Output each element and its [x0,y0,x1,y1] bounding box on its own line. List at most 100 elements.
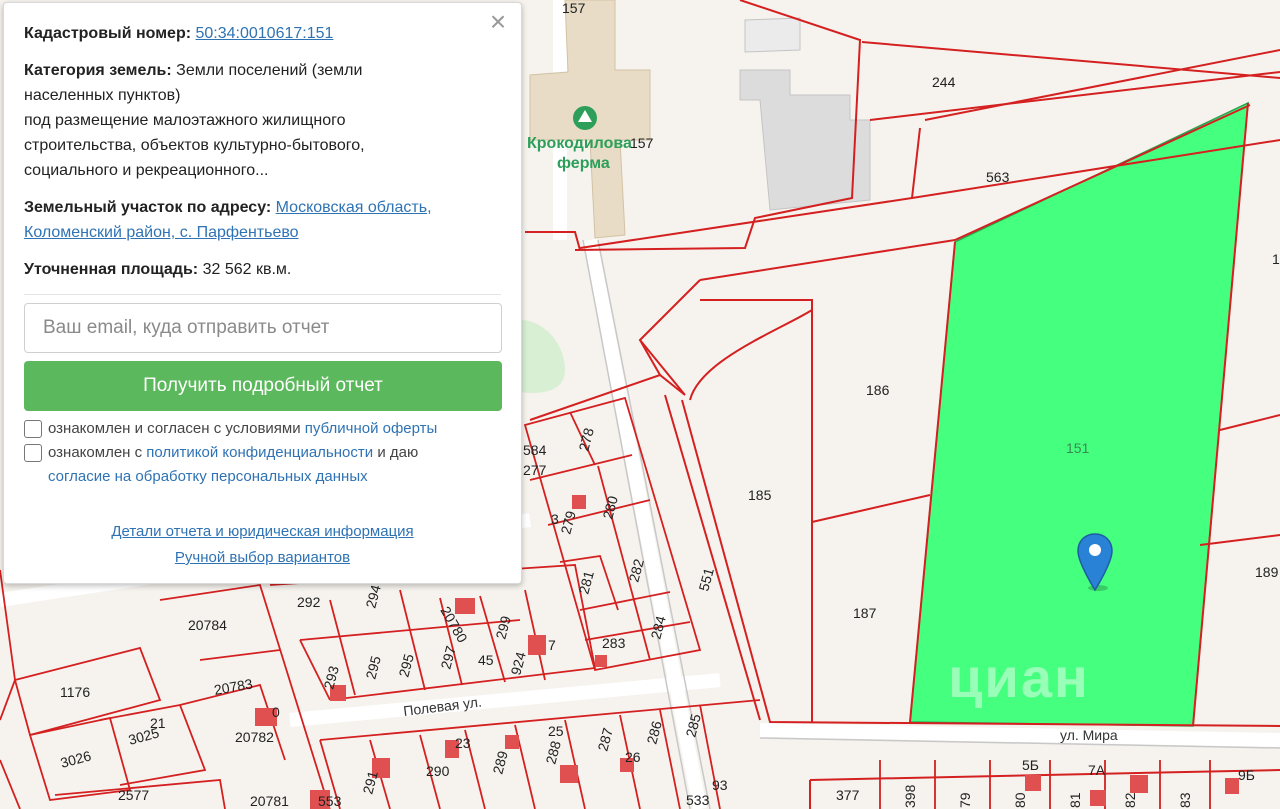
parcel-label: 79 [957,792,973,808]
parcel-label: 281 [575,569,597,596]
cian-watermark: циан [948,646,1090,709]
get-report-button[interactable]: Получить подробный отчет [24,361,502,411]
parcel-label: 297 [437,644,459,671]
map-marker-icon[interactable] [1076,532,1114,592]
land-category-text: под размещение малоэтажного жилищного [24,112,346,129]
address-row: Земельный участок по адресу: Московская … [24,195,501,245]
parcel-label: 157 [630,135,654,151]
parcel-label: 25 [548,723,564,739]
parcel-label: 81 [1067,792,1083,808]
report-details-link[interactable]: Детали отчета и юридическая информация [111,523,413,540]
offer-consent-checkbox[interactable] [24,420,42,438]
parcel-label: 3026 [59,747,93,771]
parcel-label: 551 [695,566,717,593]
parcel-label: 244 [932,74,956,90]
parcel-label: 20784 [188,617,227,633]
cadastral-number-row: Кадастровый номер: 50:34:0010617:151 [24,21,501,46]
parcel-label: 277 [523,462,547,478]
parcel-label: 533 [686,792,710,808]
street-label-mira: ул. Мира [1060,727,1118,743]
parcel-label: 83 [1177,792,1193,808]
parcel-label: 187 [853,605,877,621]
parcel-label: 26 [625,749,641,765]
parcel-label: 279 [557,509,579,536]
parcel-label: 157 [562,0,586,16]
email-input[interactable] [24,303,502,353]
address-link[interactable]: Коломенский район, с. Парфентьево [24,224,299,241]
parcel-label: 282 [625,557,647,584]
buildings-gray [739,17,871,211]
offer-consent-text: ознакомлен и согласен с условиями [48,420,301,437]
highlighted-plot-151[interactable] [909,101,1249,727]
land-category-row: Категория земель: Земли поселений (земли… [24,58,501,183]
parcel-label: 291 [359,769,381,796]
parcel-label: 2577 [118,787,149,803]
close-icon[interactable]: × [485,8,511,36]
parcel-label: 398 [902,784,918,808]
parcel-label: 288 [542,739,564,766]
parcel-label: 287 [594,726,616,753]
parcel-label: 186 [866,382,890,398]
offer-consent-row: ознакомлен и согласен с условиями публич… [24,417,501,441]
parcel-label: 189 [1255,564,1279,580]
land-category-text: населенных пунктов) [24,87,181,104]
parcel-label: 286 [643,719,665,746]
privacy-policy-link[interactable]: политикой конфиденциальности [146,444,373,461]
land-category-text: социального и рекреационного... [24,162,269,179]
address-link[interactable]: Московская область, [276,199,432,216]
parcel-label: 0 [272,704,280,720]
privacy-consent-checkbox[interactable] [24,444,42,462]
parcel-label: 82 [1122,792,1138,808]
parcel-label: 280 [599,494,621,521]
parcel-label: 93 [712,777,728,793]
parcel-label: 289 [489,749,511,776]
personal-data-consent-link[interactable]: согласие на обработку персональных данны… [48,468,368,485]
parcel-label: 7А [1088,762,1106,778]
area-label: Уточненная площадь: [24,261,199,278]
parcel-label: 20782 [235,729,274,745]
public-offer-link[interactable]: публичной оферты [305,420,438,437]
privacy-consent-text-b: и даю [377,444,419,461]
parcel-label: 9Б [1238,767,1255,783]
parcel-label: 185 [748,487,772,503]
poi-name-line2: ферма [557,155,610,172]
area-value: 32 562 кв.м. [202,261,292,278]
parcel-label: 924 [507,650,529,677]
street-label-polevaya: Полевая ул. [402,693,482,718]
parcel-label: 299 [492,614,514,641]
area-row: Уточненная площадь: 32 562 кв.м. [24,257,501,282]
parcel-label: 1 [1272,251,1280,267]
poi-name-line1: Крокодилова [527,135,632,152]
parcel-label: 283 [602,635,626,651]
parcel-label: 5Б [1022,757,1039,773]
parcel-label: 553 [318,793,342,809]
cadastral-number-link[interactable]: 50:34:0010617:151 [196,25,334,42]
parcel-label: 584 [523,442,547,458]
parcel-label: 295 [362,654,384,681]
land-category-text: Земли поселений (земли [176,62,363,79]
divider [24,294,501,295]
privacy-consent-row: ознакомлен с политикой конфиденциальност… [24,441,501,489]
parcel-label: 7 [548,637,556,653]
parcel-label: 21 [150,715,166,731]
parcel-label: 45 [478,652,494,668]
manual-selection-link[interactable]: Ручной выбор вариантов [175,549,350,566]
parcel-label: 20783 [213,675,254,698]
parcel-label: 294 [362,583,384,610]
parcel-label: 1176 [60,684,90,700]
bottom-links: Детали отчета и юридическая информация Р… [24,519,501,571]
parcel-label: 563 [986,169,1010,185]
cadastral-info-panel: × Кадастровый номер: 50:34:0010617:151 К… [3,2,522,584]
parcel-label: 292 [297,594,321,610]
land-category-text: строительства, объектов культурно-бытово… [24,137,365,154]
cadastral-number-label: Кадастровый номер: [24,25,192,42]
parcel-label: 151 [1066,440,1090,456]
parcel-label: 80 [1012,792,1028,808]
parcel-label: 290 [426,763,450,779]
crocodile-farm-icon[interactable] [573,106,597,130]
parcel-label: 20781 [250,793,289,809]
privacy-consent-text: ознакомлен с [48,444,143,461]
address-label: Земельный участок по адресу: [24,199,272,216]
parcel-label: 3 [551,511,559,527]
park-area [520,320,565,393]
